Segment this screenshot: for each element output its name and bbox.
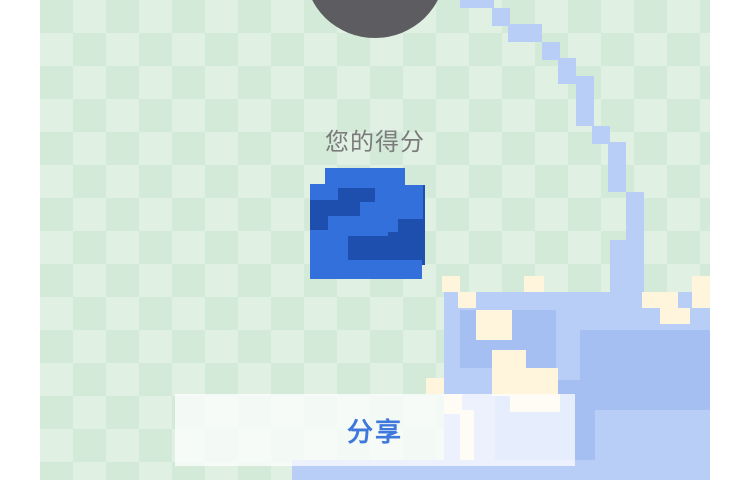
top-emblem bbox=[305, 0, 445, 38]
score-value: 2 bbox=[310, 168, 425, 279]
score-label: 您的得分 bbox=[325, 128, 425, 156]
share-button[interactable]: 分享 bbox=[175, 394, 575, 466]
share-button-label: 分享 bbox=[346, 417, 403, 448]
